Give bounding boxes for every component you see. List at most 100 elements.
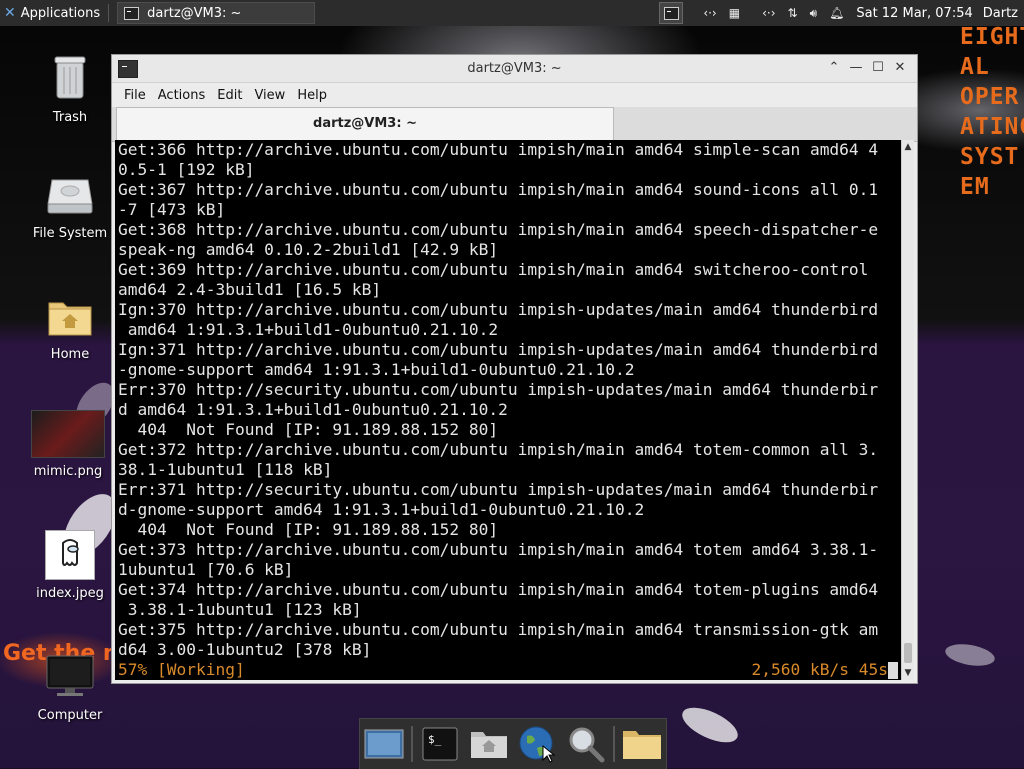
terminal-line: 404 Not Found [IP: 91.189.88.152 80] <box>118 520 499 539</box>
window-titlebar[interactable]: dartz@VM3: ~ ⌃ — ☐ ✕ <box>112 55 917 83</box>
terminal-cursor <box>888 662 898 679</box>
desktop-icon-label: index.jpeg <box>36 586 104 601</box>
drive-icon <box>20 176 120 220</box>
menu-view[interactable]: View <box>248 88 291 103</box>
terminal-lines: Get:366 http://archive.ubuntu.com/ubuntu… <box>115 140 901 660</box>
desktop-icon-label: File System <box>32 226 108 241</box>
folder-icon <box>622 731 661 759</box>
dock-terminal-button[interactable]: $_ <box>418 722 462 766</box>
system-tray: ‹·› ▦ ‹·› ⇅ 🔊︎ 🔔︎ Sat 12 Mar, 07:54 Dart… <box>659 0 1024 26</box>
desktop-icon-label: Trash <box>52 110 88 125</box>
menu-file[interactable]: File <box>118 88 152 103</box>
computer-icon <box>20 654 120 702</box>
terminal-line: 1ubuntu1 [70.6 kB] <box>118 560 294 579</box>
terminal-line: 3.38.1-1ubuntu1 [123 kB] <box>118 600 362 619</box>
window-controls: ⌃ — ☐ ✕ <box>823 59 911 77</box>
terminal-line: -gnome-support amd64 1:91.3.1+build1-0ub… <box>118 360 635 379</box>
user-name[interactable]: Dartz <box>983 6 1018 21</box>
network-activity-icon[interactable]: ‹·› <box>762 6 775 20</box>
progress-status: 57% [Working] <box>118 660 245 679</box>
trash-icon <box>20 54 120 104</box>
close-button[interactable]: ✕ <box>889 59 911 77</box>
dock-web-browser-button[interactable] <box>515 722 559 766</box>
desktop-icon-label: mimic.png <box>33 464 103 479</box>
desktop-icon-file-system[interactable]: File System <box>20 176 120 241</box>
terminal-icon <box>124 6 140 20</box>
image-file-icon <box>45 530 95 580</box>
panel-separator <box>108 4 110 22</box>
terminal-launcher-button[interactable] <box>659 2 684 24</box>
terminal-line: Get:372 http://archive.ubuntu.com/ubuntu… <box>118 440 879 459</box>
search-magnifier-icon <box>569 727 605 763</box>
terminal-status-line: 57% [Working] 2,560 kB/s 45s <box>118 660 898 680</box>
taskbar-window-button[interactable]: dartz@VM3: ~ <box>117 2 316 24</box>
show-desktop-icon <box>364 729 404 759</box>
terminal-line: Ign:370 http://archive.ubuntu.com/ubuntu… <box>118 300 879 319</box>
applications-menu-button[interactable]: ✕ Applications <box>0 0 104 26</box>
keyboard-icon[interactable]: ▦ <box>729 6 740 20</box>
terminal-line: Get:374 http://archive.ubuntu.com/ubuntu… <box>118 580 879 599</box>
desktop-icon-computer[interactable]: Computer <box>20 654 120 723</box>
scroll-up-arrow-icon[interactable]: ▲ <box>902 142 914 152</box>
menu-actions[interactable]: Actions <box>152 88 212 103</box>
terminal-icon <box>663 6 679 20</box>
home-folder-icon <box>20 297 120 341</box>
dock-separator <box>612 726 615 762</box>
notification-bell-icon[interactable]: 🔔︎ <box>829 6 844 20</box>
terminal-line: 38.1-1ubuntu1 [118 kB] <box>118 460 333 479</box>
terminal-line: amd64 1:91.3.1+build1-0ubuntu0.21.10.2 <box>118 320 499 339</box>
terminal-line: Err:370 http://security.ubuntu.com/ubunt… <box>118 380 879 399</box>
terminal-line: -7 [473 kB] <box>118 200 226 219</box>
terminal-line: Ign:371 http://archive.ubuntu.com/ubuntu… <box>118 340 879 359</box>
tab-bar: dartz@VM3: ~ <box>112 107 917 142</box>
terminal-line: 404 Not Found [IP: 91.189.88.152 80] <box>118 420 499 439</box>
minimize-button[interactable]: — <box>845 59 867 77</box>
desktop-icon-mimic-png[interactable]: mimic.png <box>18 410 118 479</box>
dock-home-folder-button[interactable] <box>467 722 511 766</box>
menu-bar: File Actions Edit View Help <box>112 83 917 107</box>
clock[interactable]: Sat 12 Mar, 07:54 <box>856 6 972 21</box>
terminal-output[interactable]: Get:366 http://archive.ubuntu.com/ubuntu… <box>115 140 901 680</box>
terminal-line: Get:367 http://archive.ubuntu.com/ubuntu… <box>118 180 879 199</box>
terminal-line: d64 3.00-1ubuntu2 [378 kB] <box>118 640 372 659</box>
terminal-line: Get:368 http://archive.ubuntu.com/ubuntu… <box>118 220 879 239</box>
svg-text:$_: $_ <box>428 733 442 746</box>
scroll-down-arrow-icon[interactable]: ▼ <box>902 668 914 678</box>
taskbar-window-title: dartz@VM3: ~ <box>147 5 242 21</box>
volume-icon[interactable]: 🔊︎ <box>810 6 818 21</box>
terminal-line: 0.5-1 [192 kB] <box>118 160 255 179</box>
terminal-line: amd64 2.4-3build1 [16.5 kB] <box>118 280 382 299</box>
shade-button[interactable]: ⌃ <box>823 59 845 77</box>
scrollbar-thumb[interactable] <box>904 643 912 663</box>
top-panel: ✕ Applications dartz@VM3: ~ ‹·› ▦ ‹·› ⇅ … <box>0 0 1024 26</box>
terminal-line: Get:375 http://archive.ubuntu.com/ubuntu… <box>118 620 879 639</box>
terminal-scrollbar[interactable]: ▲ ▼ <box>901 140 914 680</box>
wallpaper-side-text: EIGHT AL OPER ATING SYST EM <box>960 24 1024 200</box>
dock-search-button[interactable] <box>564 722 608 766</box>
xfce-logo-icon: ✕ <box>4 5 16 21</box>
desktop-icon-trash[interactable]: Trash <box>20 54 120 125</box>
home-folder-icon <box>470 732 507 758</box>
network-icon[interactable]: ‹·› <box>703 6 716 20</box>
terminal-window: dartz@VM3: ~ ⌃ — ☐ ✕ File Actions Edit V… <box>111 54 918 684</box>
terminal-line: Err:371 http://security.ubuntu.com/ubunt… <box>118 480 879 499</box>
menu-help[interactable]: Help <box>291 88 333 103</box>
applications-label: Applications <box>20 5 101 21</box>
window-title: dartz@VM3: ~ <box>467 61 562 76</box>
download-speed-eta: 2,560 kB/s 45s <box>751 660 888 679</box>
terminal-line: d-gnome-support amd64 1:91.3.1+build1-0u… <box>118 500 645 519</box>
show-desktop-button[interactable] <box>362 722 406 766</box>
dock-folder-button[interactable] <box>620 722 664 766</box>
desktop-icon-label: Computer <box>37 708 103 723</box>
dock-separator <box>411 726 414 762</box>
tab-terminal[interactable]: dartz@VM3: ~ <box>116 107 614 141</box>
bottom-dock: $_ <box>359 718 667 769</box>
desktop-icon-home[interactable]: Home <box>20 297 120 362</box>
terminal-line: Get:366 http://archive.ubuntu.com/ubuntu… <box>118 140 879 159</box>
terminal-line: d amd64 1:91.3.1+build1-0ubuntu0.21.10.2 <box>118 400 508 419</box>
maximize-button[interactable]: ☐ <box>867 59 889 77</box>
terminal-line: speak-ng amd64 0.10.2-2build1 [42.9 kB] <box>118 240 499 259</box>
menu-edit[interactable]: Edit <box>211 88 248 103</box>
desktop-icon-index-jpeg[interactable]: index.jpeg <box>20 530 120 601</box>
transfer-icon[interactable]: ⇅ <box>788 6 798 20</box>
